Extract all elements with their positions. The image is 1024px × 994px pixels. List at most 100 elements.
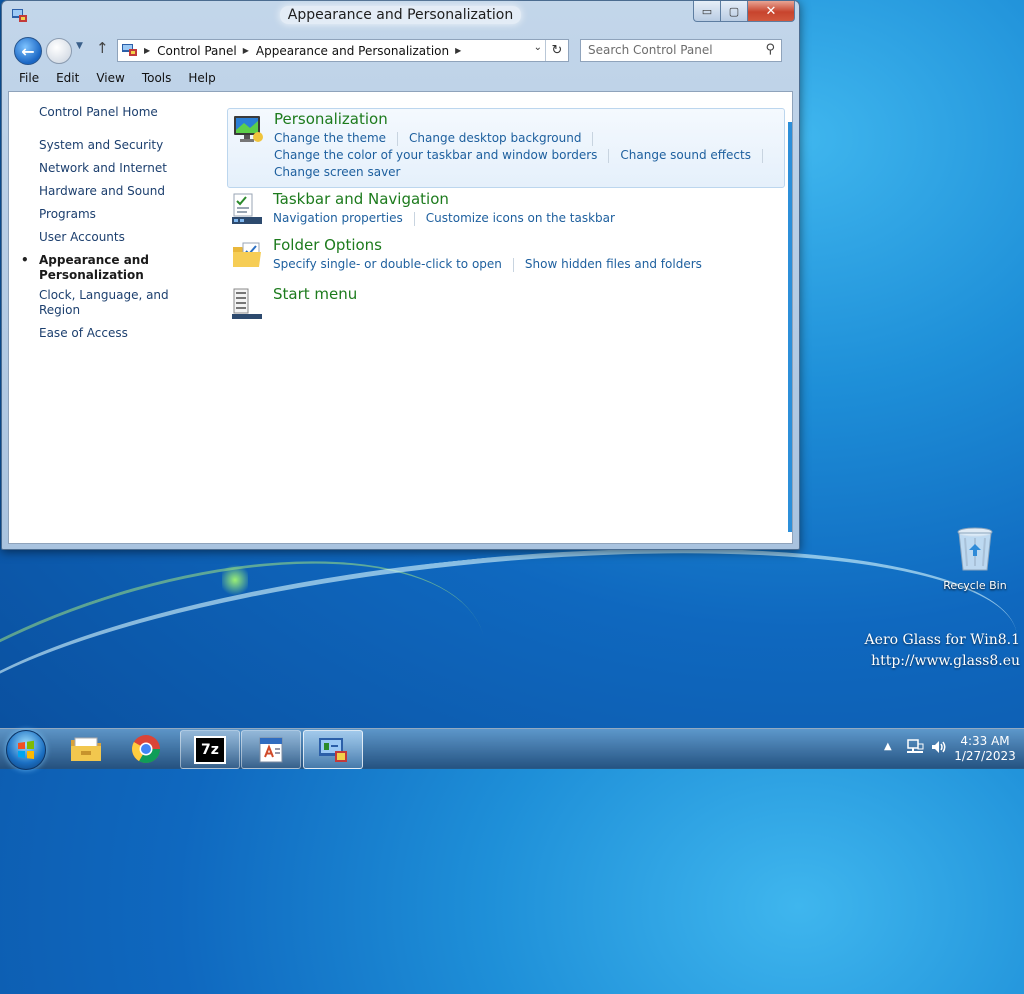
recycle-bin-label: Recycle Bin — [943, 579, 1007, 592]
up-button[interactable]: ↑ — [96, 39, 109, 57]
show-hidden-icons-button[interactable]: ▲ — [884, 741, 892, 752]
folder-options-icon — [233, 242, 261, 267]
link-change-sound-effects[interactable]: Change sound effects — [620, 148, 751, 163]
watermark-line: Aero Glass for Win8.1 — [864, 632, 1020, 648]
sidebar-item-control-panel-home[interactable]: Control Panel Home — [39, 105, 158, 119]
category-title-start-menu[interactable]: Start menu — [273, 285, 357, 303]
menu-file[interactable]: File — [8, 69, 45, 89]
taskbar-chrome[interactable] — [117, 730, 175, 767]
start-menu-icon — [232, 288, 262, 319]
recycle-bin[interactable]: Recycle Bin — [940, 526, 1010, 592]
volume-icon[interactable] — [930, 739, 948, 755]
refresh-icon: ↻ — [551, 43, 563, 58]
sidebar-item-user-accounts[interactable]: User Accounts — [39, 230, 209, 245]
address-bar[interactable]: ▶ Control Panel ▶ Appearance and Persona… — [117, 39, 569, 62]
taskbar-wordpad[interactable] — [241, 730, 301, 769]
search-box[interactable]: ⚲ — [580, 39, 782, 62]
category-personalization: Personalization Change the theme Change … — [227, 108, 785, 188]
menu-tools[interactable]: Tools — [131, 69, 178, 89]
chevron-right-icon[interactable]: ▶ — [144, 46, 150, 55]
taskbar: 7z ▲ 4:33 AM 1/27/2023 — [0, 728, 1024, 770]
refresh-button[interactable]: ↻ — [545, 40, 568, 61]
control-panel-window: Appearance and Personalization ▭ ▢ ✕ ← ▼… — [1, 0, 800, 550]
watermark-url: http://www.glass8.eu — [871, 653, 1020, 669]
active-bullet: • — [21, 253, 29, 267]
control-panel-icon — [319, 737, 347, 762]
navigation-bar: ← ▼ ↑ ▶ Control Panel ▶ Appearance and P… — [8, 35, 793, 65]
sidebar-item-ease-of-access[interactable]: Ease of Access — [39, 326, 209, 341]
breadcrumb-appearance[interactable]: Appearance and Personalization — [256, 44, 449, 58]
forward-button[interactable] — [46, 38, 72, 64]
link-divider — [397, 132, 399, 146]
maximize-button[interactable]: ▢ — [721, 1, 748, 22]
link-change-desktop-background[interactable]: Change desktop background — [409, 131, 581, 146]
chrome-icon — [132, 734, 160, 763]
task-row: Navigation properties Customize icons on… — [273, 211, 615, 226]
sidebar-item-programs[interactable]: Programs — [39, 207, 209, 222]
network-icon[interactable] — [906, 739, 924, 755]
link-single-double-click[interactable]: Specify single- or double-click to open — [273, 257, 502, 272]
link-divider — [761, 149, 763, 163]
desktop-wallpaper-leaf — [222, 562, 248, 598]
clock-date: 1/27/2023 — [954, 749, 1016, 763]
chevron-down-icon[interactable]: ⌄ — [534, 42, 542, 53]
sidebar-item-clock-language-region[interactable]: Clock, Language, and Region — [39, 288, 209, 318]
back-arrow-icon: ← — [21, 41, 35, 61]
recycle-bin-icon — [957, 527, 993, 571]
taskbar-icon — [232, 193, 262, 224]
link-divider — [592, 132, 594, 146]
link-divider — [512, 258, 514, 272]
category-folder-options: Folder Options Specify single- or double… — [227, 235, 783, 275]
link-change-screen-saver[interactable]: Change screen saver — [274, 165, 401, 179]
content-area: Control Panel Home System and Security N… — [8, 91, 793, 544]
menu-edit[interactable]: Edit — [45, 69, 85, 89]
task-row: Specify single- or double-click to open … — [273, 257, 702, 272]
chevron-right-icon[interactable]: ▶ — [243, 46, 249, 55]
window-controls: ▭ ▢ ✕ — [693, 1, 795, 22]
menu-help[interactable]: Help — [177, 69, 221, 89]
link-divider — [413, 212, 415, 226]
wordpad-icon — [259, 737, 283, 762]
menu-bar: File Edit View Tools Help — [8, 69, 793, 89]
link-change-taskbar-color[interactable]: Change the color of your taskbar and win… — [274, 148, 597, 163]
minimize-button[interactable]: ▭ — [693, 1, 721, 22]
desktop-wallpaper-swoosh — [0, 503, 1024, 882]
task-row: Change the color of your taskbar and win… — [274, 148, 774, 163]
search-icon[interactable]: ⚲ — [765, 42, 775, 57]
sidebar-item-label: Appearance and Personalization — [39, 253, 149, 282]
file-explorer-icon — [71, 737, 101, 761]
close-button[interactable]: ✕ — [748, 1, 795, 22]
clock-time: 4:33 AM — [960, 734, 1010, 748]
link-show-hidden-files[interactable]: Show hidden files and folders — [525, 257, 702, 272]
sidebar-item-hardware-sound[interactable]: Hardware and Sound — [39, 184, 209, 199]
back-button[interactable]: ← — [14, 37, 42, 65]
category-title-personalization[interactable]: Personalization — [274, 110, 388, 128]
taskbar-file-explorer[interactable] — [57, 730, 115, 767]
title-bar[interactable]: Appearance and Personalization ▭ ▢ ✕ — [2, 1, 799, 31]
taskbar-7zip[interactable]: 7z — [180, 730, 240, 769]
task-row: Change the theme Change desktop backgrou… — [274, 131, 604, 146]
taskbar-clock[interactable]: 4:33 AM 1/27/2023 — [952, 734, 1018, 764]
breadcrumb-control-panel[interactable]: Control Panel — [157, 44, 237, 58]
start-button[interactable] — [6, 730, 46, 770]
search-input[interactable] — [581, 40, 760, 59]
window-title: Appearance and Personalization — [2, 6, 799, 24]
category-taskbar-navigation: Taskbar and Navigation Navigation proper… — [227, 189, 783, 229]
category-title-taskbar-navigation[interactable]: Taskbar and Navigation — [273, 190, 449, 208]
scrollbar[interactable] — [788, 122, 792, 532]
link-divider — [608, 149, 610, 163]
sidebar-item-system-security[interactable]: System and Security — [39, 138, 209, 153]
link-navigation-properties[interactable]: Navigation properties — [273, 211, 403, 226]
aero-glass-watermark: Aero Glass for Win8.1 http://www.glass8.… — [865, 630, 1020, 672]
category-title-folder-options[interactable]: Folder Options — [273, 236, 382, 254]
link-change-theme[interactable]: Change the theme — [274, 131, 386, 146]
control-panel-icon — [122, 44, 137, 56]
sidebar-item-appearance: • Appearance and Personalization — [21, 253, 209, 283]
link-customize-taskbar-icons[interactable]: Customize icons on the taskbar — [426, 211, 615, 226]
taskbar-control-panel[interactable] — [303, 730, 363, 769]
recent-pages-dropdown[interactable]: ▼ — [76, 41, 83, 51]
windows-logo-icon — [18, 740, 34, 759]
sidebar-item-network-internet[interactable]: Network and Internet — [39, 161, 209, 176]
menu-view[interactable]: View — [85, 69, 130, 89]
chevron-right-icon[interactable]: ▶ — [455, 46, 461, 55]
